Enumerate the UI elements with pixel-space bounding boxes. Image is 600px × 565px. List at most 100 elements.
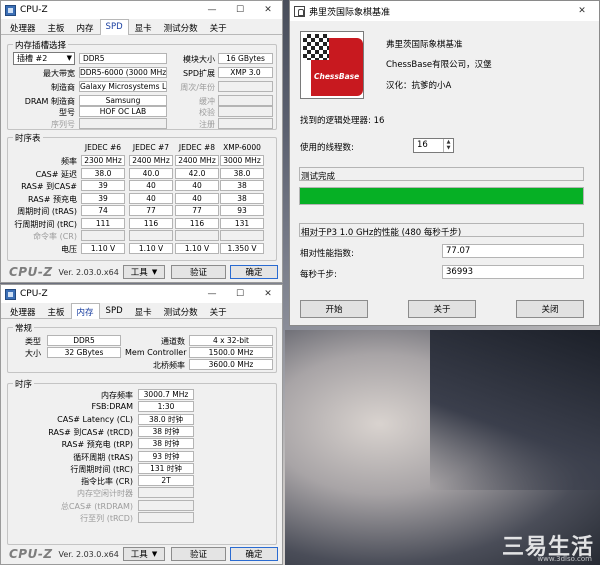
timing-cell <box>175 230 219 241</box>
cpuz-footer: CPU-Z Ver. 2.03.0.x64 工具 ▼ 验证 确定 <box>1 262 282 282</box>
registered-label: 注册 <box>199 120 215 129</box>
timing-cell: 40 <box>175 192 219 204</box>
relative-index-label: 相对性能指数: <box>300 249 354 259</box>
group-title: 时序 <box>13 378 35 390</box>
status-text: 测试完成 <box>301 172 336 182</box>
tab-spd[interactable]: SPD <box>100 303 129 318</box>
memory-timing-label: 循环周期 (tRAS) <box>73 452 133 462</box>
tab-bench[interactable]: 测试分数 <box>158 303 204 318</box>
timing-cell: 1.10 V <box>81 242 125 254</box>
timing-cell: 116 <box>129 217 173 229</box>
week-year <box>218 81 273 92</box>
close-icon[interactable]: ✕ <box>254 285 282 303</box>
threads-spinner[interactable]: 16 ▲ ▼ <box>413 138 454 153</box>
watermark-url: www.3dlso.com <box>537 555 592 563</box>
timing-row-label: 周期时间 (tRAS) <box>17 207 77 216</box>
serial-number <box>79 118 167 129</box>
check <box>218 106 273 117</box>
validate-button[interactable]: 验证 <box>171 547 226 561</box>
tab-memory[interactable]: 内存 <box>70 303 100 319</box>
tab-bench[interactable]: 测试分数 <box>158 19 204 34</box>
memory-timing-value: 1:30 <box>138 401 194 413</box>
group-title: 时序表 <box>13 132 43 144</box>
threads-value: 16 <box>417 140 428 150</box>
part-label: 型号 <box>59 108 75 117</box>
timing-cell: 74 <box>81 205 125 216</box>
timing-cell: 131 <box>220 217 264 229</box>
tab-cpu[interactable]: 处理器 <box>4 19 42 34</box>
tab-mainboard[interactable]: 主板 <box>42 303 71 318</box>
timing-cell: 111 <box>81 217 125 229</box>
chess-app-icon <box>294 5 305 17</box>
tab-mainboard[interactable]: 主板 <box>42 19 71 34</box>
timing-column-header: XMP-6000 <box>223 143 261 152</box>
manufacturer: Galaxy Microsystems Ltd. <box>79 81 167 92</box>
timing-column-header: JEDEC #8 <box>178 143 216 152</box>
memory-timing-label: 内存频率 <box>101 391 133 400</box>
timing-column-header: JEDEC #7 <box>132 143 170 152</box>
chessboard-icon <box>303 34 329 60</box>
timing-cell: 40 <box>175 180 219 191</box>
tab-cpu[interactable]: 处理器 <box>4 303 42 318</box>
timing-cell: 1.10 V <box>175 242 219 254</box>
window-title: CPU-Z <box>20 5 48 15</box>
tab-memory[interactable]: 内存 <box>71 19 100 34</box>
close-icon[interactable]: ✕ <box>565 2 599 20</box>
ok-button[interactable]: 确定 <box>230 265 278 279</box>
tools-button[interactable]: 工具 ▼ <box>123 547 165 561</box>
mem-controller: 1500.0 MHz <box>189 347 273 358</box>
close-icon[interactable]: ✕ <box>254 1 282 19</box>
module-size-label: 模块大小 <box>183 55 215 64</box>
threads-label: 使用的线程数: <box>300 143 354 153</box>
version-label: Ver. 2.03.0.x64 <box>58 549 119 559</box>
minimize-icon[interactable]: — <box>198 1 226 19</box>
tab-spd[interactable]: SPD <box>99 19 129 35</box>
version-label: Ver. 2.03.0.x64 <box>58 267 119 277</box>
memory-timing-value: 38 时钟 <box>138 438 194 450</box>
validate-button[interactable]: 验证 <box>171 265 226 279</box>
logo-text: ChessBase <box>314 72 360 81</box>
start-button[interactable]: 开始 <box>300 300 368 318</box>
timing-cell: 77 <box>129 205 173 216</box>
spinner-arrows-icon[interactable]: ▲ ▼ <box>443 139 453 152</box>
window-title: 弗里茨国际象棋基准 <box>309 7 391 18</box>
close-button[interactable]: 关闭 <box>516 300 584 318</box>
maximize-icon[interactable]: ☐ <box>226 1 254 19</box>
localizer-credit: 汉化：抗爹的小A <box>386 81 452 91</box>
about-button[interactable]: 关于 <box>408 300 476 318</box>
timing-row-label: CAS# 延迟 <box>35 169 77 179</box>
chevron-down-icon: ▼ <box>66 54 72 62</box>
timing-row-label: 命令率 (CR) <box>33 232 77 241</box>
slot-select[interactable]: 插槽 #2 ▼ <box>13 52 75 65</box>
cpuz-spd-window: CPU-Z — ☐ ✕ 处理器 主板 内存 SPD 显卡 测试分数 关于 内存插… <box>0 0 283 283</box>
kilo-nodes-label: 每秒千步: <box>300 270 337 280</box>
memory-timing-label: RAS# 预充电 (tRP) <box>61 440 133 450</box>
chevron-down-icon: ▼ <box>151 550 158 558</box>
minimize-icon[interactable]: — <box>198 285 226 303</box>
maximize-icon[interactable]: ☐ <box>226 285 254 303</box>
tools-button[interactable]: 工具 ▼ <box>123 265 165 279</box>
timing-cell: 39 <box>81 180 125 191</box>
timing-cell: 40 <box>129 192 173 204</box>
cpuz-app-icon <box>5 4 16 16</box>
timing-cell: 2400 MHz <box>175 155 219 166</box>
chess-benchmark-window: 弗里茨国际象棋基准 ✕ ChessBase 弗里茨国际象棋基准 ChessBas… <box>289 0 600 326</box>
cpuz-logo: CPU-Z <box>9 265 53 279</box>
tab-bar: 处理器 主板 内存 SPD 显卡 测试分数 关于 <box>1 19 282 35</box>
channels: 4 x 32-bit <box>189 335 273 346</box>
timing-cell <box>129 230 173 241</box>
tab-about[interactable]: 关于 <box>204 19 233 34</box>
window-title: CPU-Z <box>20 289 48 299</box>
dram-mfr-label: DRAM 制造商 <box>24 97 75 106</box>
tab-graphics[interactable]: 显卡 <box>129 19 158 34</box>
module-type: DDR5 <box>79 53 167 64</box>
memory-timing-value <box>138 512 194 523</box>
timing-cell: 3000 MHz <box>220 155 264 166</box>
tab-graphics[interactable]: 显卡 <box>129 303 158 318</box>
tab-about[interactable]: 关于 <box>204 303 233 318</box>
relative-line: 相对于P3 1.0 GHz的性能 (480 每秒千步) <box>301 228 462 238</box>
company-name: ChessBase有限公司，汉堡 <box>386 60 492 70</box>
ok-button[interactable]: 确定 <box>230 547 278 561</box>
memory-timing-label: CAS# Latency (CL) <box>57 414 133 424</box>
titlebar: CPU-Z — ☐ ✕ <box>1 285 282 303</box>
